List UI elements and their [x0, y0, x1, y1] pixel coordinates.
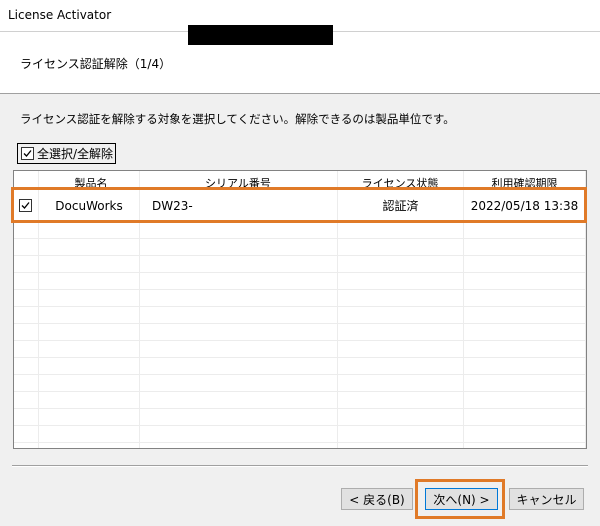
list-header: 製品名 シリアル番号 ライセンス状態 利用確認期限 — [14, 171, 586, 190]
row-divider — [14, 238, 586, 239]
row-divider — [14, 357, 586, 358]
back-button[interactable]: < 戻る(B) — [341, 488, 413, 510]
next-button[interactable]: 次へ(N) > — [425, 488, 498, 510]
table-row[interactable]: DocuWorks DW23- 認証済 2022/05/18 13:38 — [14, 191, 586, 221]
column-header-status[interactable]: ライセンス状態 — [337, 175, 463, 190]
row-divider — [14, 391, 586, 392]
column-header-expiry[interactable]: 利用確認期限 — [463, 175, 586, 190]
step-title: ライセンス認証解除（1/4） — [20, 57, 172, 71]
license-activator-window: License Activator ライセンス認証解除（1/4） ライセンス認証… — [0, 0, 600, 526]
row-divider — [14, 323, 586, 324]
product-list[interactable]: 製品名 シリアル番号 ライセンス状態 利用確認期限 DocuWorks DW23… — [13, 170, 587, 449]
row-divider — [14, 255, 586, 256]
row-divider — [14, 289, 586, 290]
redaction-bar — [188, 25, 333, 45]
row-checkbox-checked-icon[interactable] — [19, 199, 32, 212]
row-divider — [14, 408, 586, 409]
select-all-label: 全選択/全解除 — [37, 147, 114, 161]
footer-separator — [12, 466, 588, 467]
row-divider — [14, 340, 586, 341]
row-divider — [14, 221, 586, 222]
row-divider — [14, 306, 586, 307]
row-divider — [14, 442, 586, 443]
column-header-serial[interactable]: シリアル番号 — [139, 175, 337, 190]
expiry-date: 2022/05/18 13:38 — [470, 199, 579, 213]
column-header-product[interactable]: 製品名 — [44, 175, 138, 190]
row-divider — [14, 272, 586, 273]
serial-number: DW23- — [152, 199, 193, 213]
instruction-text: ライセンス認証を解除する対象を選択してください。解除できるのは製品単位です。 — [20, 112, 455, 126]
select-all-checkbox[interactable]: 全選択/全解除 — [17, 143, 116, 164]
window-title: License Activator — [8, 8, 112, 22]
serial-number-cell: DW23- — [140, 191, 337, 221]
row-divider — [14, 425, 586, 426]
checkbox-checked-icon[interactable] — [21, 147, 34, 160]
product-name: DocuWorks — [55, 199, 123, 213]
license-status: 認証済 — [382, 199, 419, 213]
row-divider — [14, 374, 586, 375]
cancel-button[interactable]: キャンセル — [509, 488, 584, 510]
